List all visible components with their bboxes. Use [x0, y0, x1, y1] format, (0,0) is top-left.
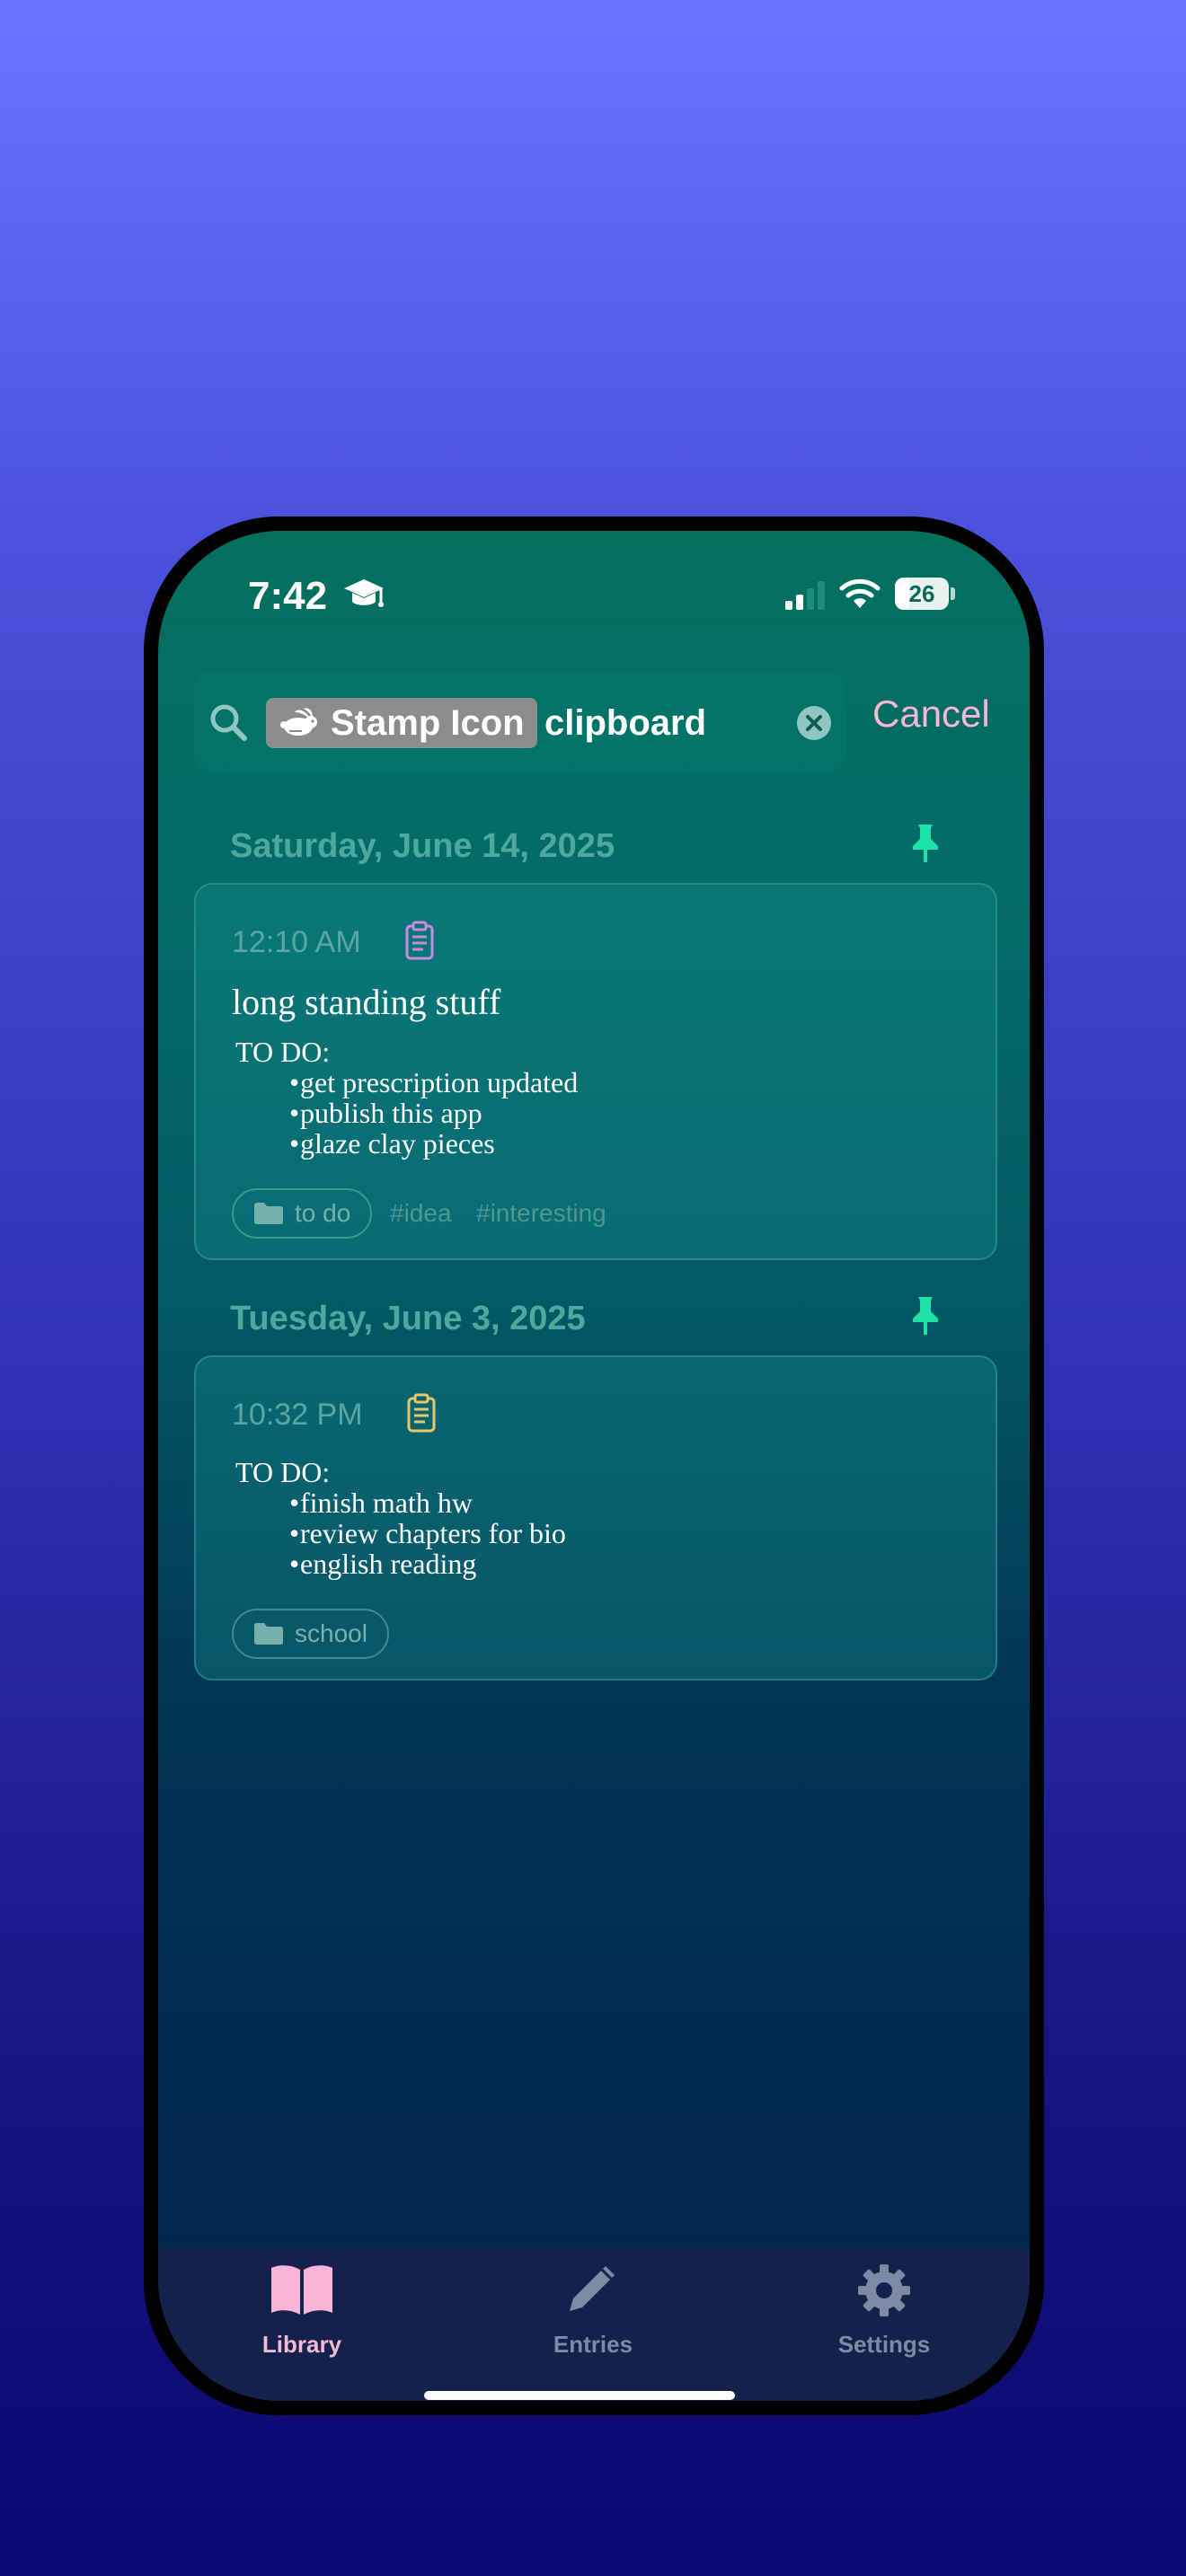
- tab-settings[interactable]: Settings: [794, 2263, 974, 2359]
- hashtag[interactable]: #idea: [390, 1199, 452, 1228]
- folder-chip[interactable]: to do: [232, 1188, 373, 1239]
- tab-entries[interactable]: Entries: [503, 2263, 683, 2359]
- hashtag[interactable]: #interesting: [476, 1199, 606, 1228]
- section-date-header: Saturday, June 14, 2025: [230, 827, 615, 865]
- tab-bar: Library Entries Settings: [158, 2248, 1030, 2401]
- search-token-label: Stamp Icon: [331, 702, 525, 743]
- entry-time: 10:32 PM: [232, 1398, 363, 1432]
- list-item: • finish math hw: [289, 1486, 473, 1519]
- tab-label: Entries: [553, 2331, 633, 2358]
- tab-library[interactable]: Library: [212, 2263, 392, 2359]
- battery-level: 26: [908, 580, 935, 607]
- folder-chip[interactable]: school: [232, 1609, 389, 1659]
- cellular-signal-icon: [785, 581, 825, 610]
- search-token-stamp-icon[interactable]: Stamp Icon: [266, 698, 537, 748]
- list-item: • publish this app: [289, 1097, 482, 1129]
- entry-card[interactable]: 12:10 AM long standing stuff TO DO: • get…: [194, 883, 997, 1260]
- tab-label: Settings: [837, 2331, 931, 2358]
- entry-list-heading: TO DO:: [235, 1036, 331, 1068]
- search-bar[interactable]: Stamp Icon: [194, 670, 846, 772]
- entry-list-heading: TO DO:: [235, 1456, 331, 1488]
- section-date-header: Tuesday, June 3, 2025: [230, 1300, 586, 1337]
- folder-label: to do: [295, 1199, 351, 1227]
- book-icon: [271, 2265, 332, 2315]
- tab-label: Library: [261, 2331, 342, 2358]
- folder-icon: [254, 1203, 283, 1224]
- list-item: • english reading: [289, 1548, 477, 1580]
- search-icon: [210, 704, 247, 741]
- folder-icon: [254, 1623, 283, 1645]
- entry-title: long standing stuff: [232, 982, 501, 1022]
- rabbit-stamp-icon: [280, 708, 317, 736]
- pin-icon[interactable]: [911, 823, 940, 864]
- app-screen: 7:42 26 Stamp Icon clipboard Cancel Satu…: [158, 531, 1030, 2401]
- cancel-button[interactable]: Cancel: [872, 693, 990, 736]
- entry-card[interactable]: 10:32 PM TO DO: • finish math hw • review …: [194, 1355, 997, 1681]
- entry-time: 12:10 AM: [232, 925, 361, 959]
- battery-indicator: 26: [895, 578, 955, 610]
- folder-label: school: [295, 1619, 367, 1647]
- status-time: 7:42: [248, 574, 328, 618]
- wifi-icon: [839, 578, 881, 608]
- status-bar: 7:42 26: [158, 531, 1030, 639]
- home-indicator: [424, 2391, 735, 2400]
- list-item: • get prescription updated: [289, 1066, 579, 1098]
- list-item: • review chapters for bio: [289, 1517, 566, 1549]
- list-item: • glaze clay pieces: [289, 1127, 495, 1160]
- phone-frame: 7:42 26 Stamp Icon clipboard Cancel Satu…: [144, 516, 1044, 2415]
- clipboard-icon: [405, 921, 434, 960]
- clipboard-icon: [407, 1393, 436, 1433]
- pencil-icon: [570, 2266, 615, 2311]
- graduation-cap-icon: [344, 579, 384, 607]
- clear-search-icon[interactable]: [796, 705, 832, 741]
- search-input[interactable]: [544, 698, 796, 748]
- gear-icon: [858, 2264, 910, 2316]
- pin-icon[interactable]: [911, 1295, 940, 1337]
